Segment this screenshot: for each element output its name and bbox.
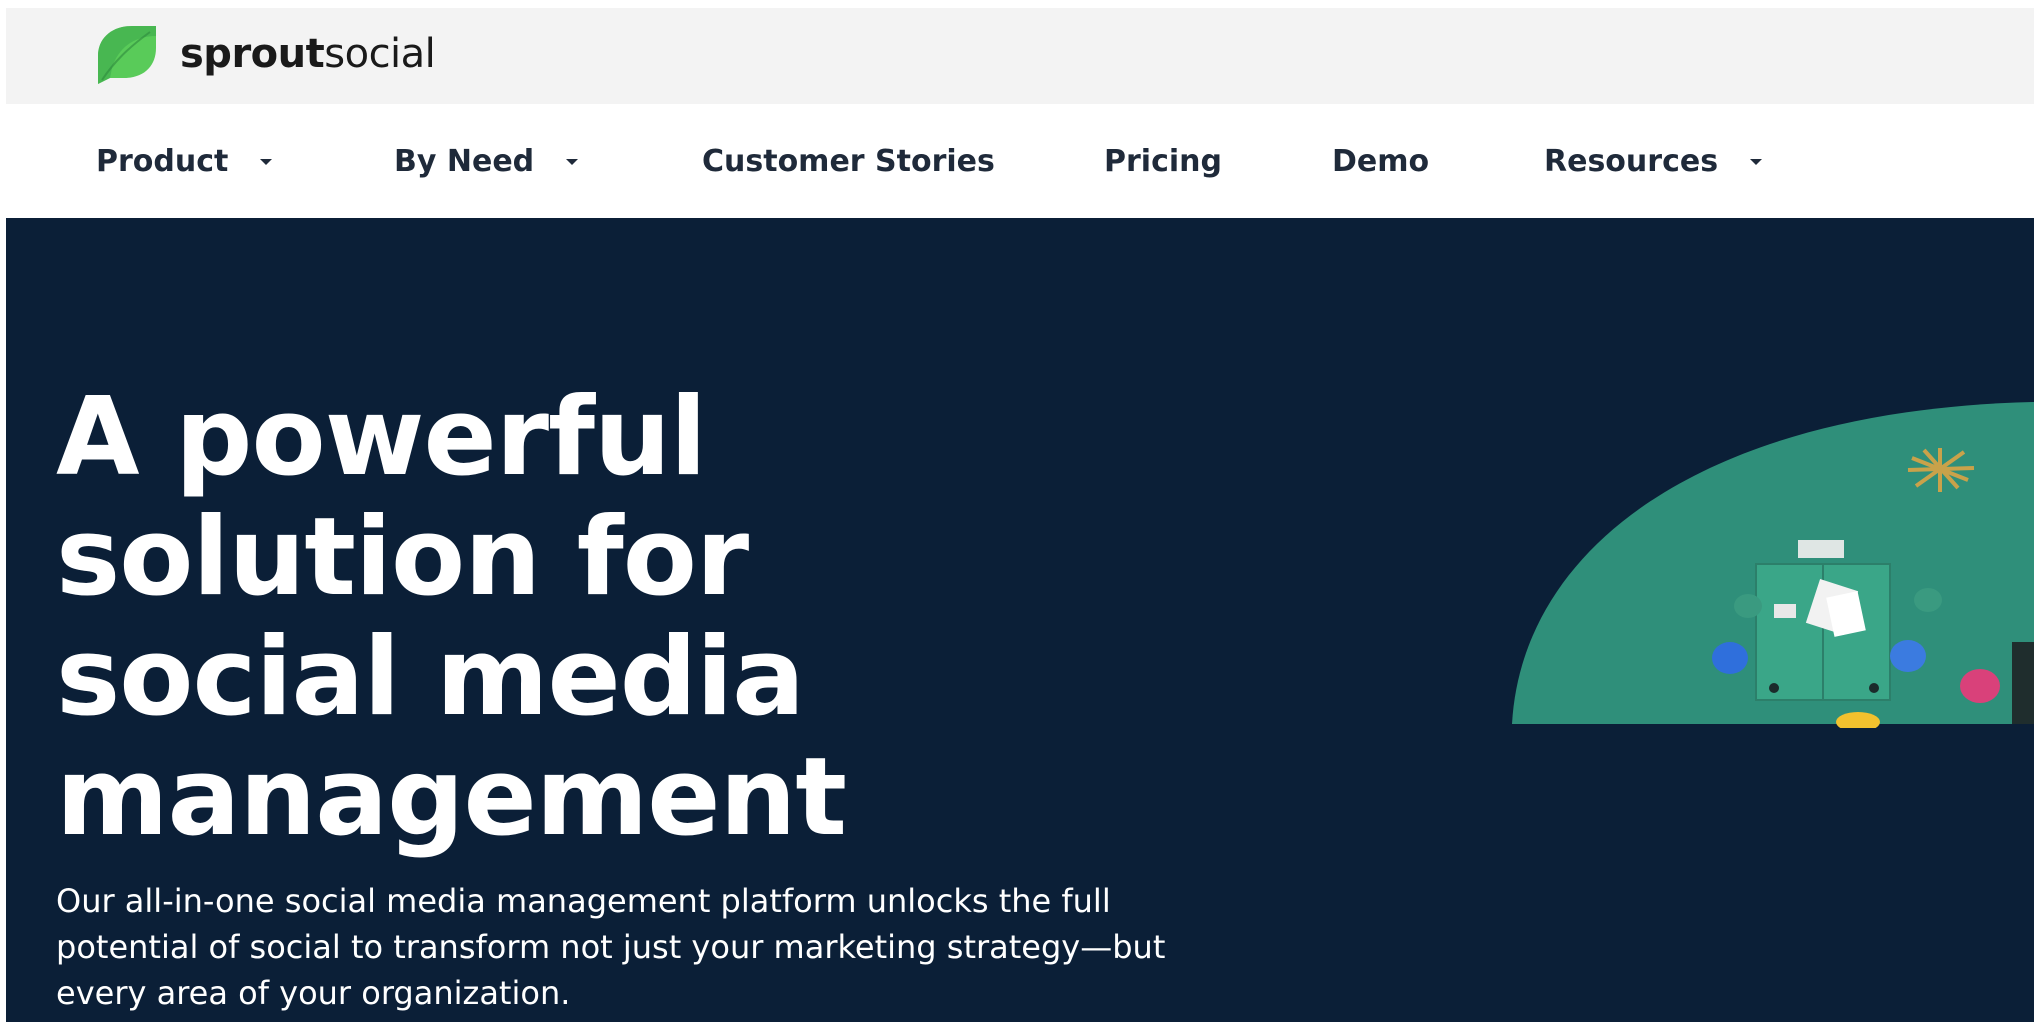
hero-section: A powerful solution for social media man… bbox=[6, 218, 2034, 1022]
logo-text-bold: sprout bbox=[180, 31, 325, 77]
main-nav: Product By Need Customer Stories Pricing… bbox=[6, 104, 2034, 218]
nav-item-label: Resources bbox=[1544, 143, 1719, 179]
chevron-down-icon bbox=[566, 159, 579, 165]
office-workspace-illustration bbox=[1512, 402, 2034, 728]
nav-item-label: By Need bbox=[394, 143, 535, 179]
hero-subtext: Our all-in-one social media management p… bbox=[56, 882, 1166, 1012]
nav-item-pricing[interactable]: Pricing bbox=[1104, 104, 1222, 218]
nav-item-product[interactable]: Product bbox=[96, 104, 273, 218]
headline-line: social media bbox=[56, 615, 805, 740]
sprout-leaf-icon bbox=[98, 26, 156, 84]
headline-line: solution for bbox=[56, 495, 749, 620]
chevron-down-icon bbox=[1750, 159, 1763, 165]
hero-headline: A powerful solution for social media man… bbox=[56, 375, 847, 860]
nav-item-label: Customer Stories bbox=[702, 143, 995, 179]
nav-item-resources[interactable]: Resources bbox=[1544, 104, 1763, 218]
headline-line: management bbox=[56, 735, 847, 860]
sprout-social-logo[interactable]: sproutsocial bbox=[94, 22, 436, 86]
page-frame: sproutsocial Product By Need Customer St… bbox=[6, 8, 2034, 1022]
nav-item-label: Product bbox=[96, 143, 229, 179]
nav-item-label: Demo bbox=[1332, 143, 1430, 179]
nav-item-label: Pricing bbox=[1104, 143, 1222, 179]
brand-bar: sproutsocial bbox=[6, 8, 2034, 104]
chevron-down-icon bbox=[260, 159, 273, 165]
nav-item-by-need[interactable]: By Need bbox=[394, 104, 579, 218]
headline-line: A powerful bbox=[56, 375, 707, 500]
nav-item-customer-stories[interactable]: Customer Stories bbox=[702, 104, 995, 218]
logo-text-regular: social bbox=[324, 31, 436, 77]
nav-item-demo[interactable]: Demo bbox=[1332, 104, 1429, 218]
logo-wordmark: sproutsocial bbox=[180, 31, 436, 77]
